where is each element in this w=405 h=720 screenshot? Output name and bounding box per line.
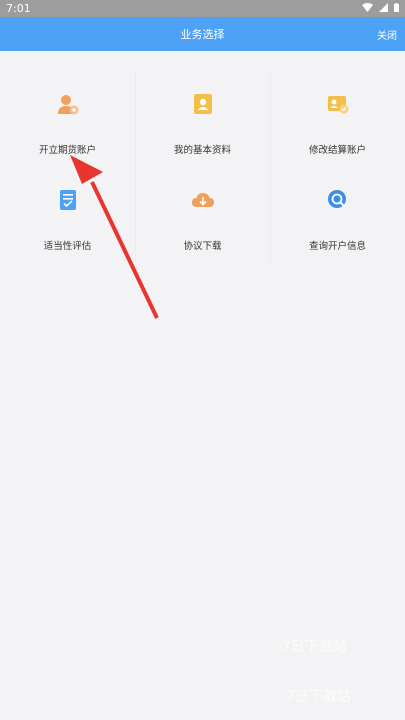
menu-item-agreement-download[interactable]: 协议下载 xyxy=(135,166,270,262)
clipboard-check-icon xyxy=(56,188,80,212)
watermark-text: 7日下载站 xyxy=(282,639,347,655)
status-bar: 7:01 xyxy=(0,0,405,17)
menu-item-basic-info[interactable]: 我的基本资料 xyxy=(135,70,270,166)
page-title: 业务选择 xyxy=(180,28,225,41)
menu-item-label: 开立期货账户 xyxy=(38,145,96,156)
search-info-icon xyxy=(326,188,350,212)
menu-item-query-account-info[interactable]: 查询开户信息 xyxy=(270,166,405,262)
menu-item-label: 查询开户信息 xyxy=(308,241,366,252)
menu-item-modify-settlement[interactable]: 修改结算账户 xyxy=(270,70,405,166)
user-add-icon xyxy=(56,92,80,116)
menu-item-open-account[interactable]: 开立期货账户 xyxy=(0,70,135,166)
menu-item-label: 协议下载 xyxy=(183,241,222,252)
menu-item-label: 我的基本资料 xyxy=(173,145,231,156)
app-header: 业务选择 关闭 xyxy=(0,17,405,51)
menu-item-label: 适当性评估 xyxy=(43,241,92,252)
id-card-icon xyxy=(191,92,215,116)
wifi-icon xyxy=(362,2,373,15)
menu-item-suitability-assessment[interactable]: 适当性评估 xyxy=(0,166,135,262)
menu-item-label: 修改结算账户 xyxy=(308,145,366,156)
watermark-text: 7日下载站 xyxy=(286,689,351,705)
cloud-download-icon xyxy=(191,188,215,212)
account-edit-icon xyxy=(326,92,350,116)
status-time: 7:01 xyxy=(6,2,31,15)
battery-icon xyxy=(394,2,399,15)
status-icons xyxy=(362,2,399,15)
signal-icon xyxy=(379,2,388,15)
close-button[interactable]: 关闭 xyxy=(377,27,397,42)
